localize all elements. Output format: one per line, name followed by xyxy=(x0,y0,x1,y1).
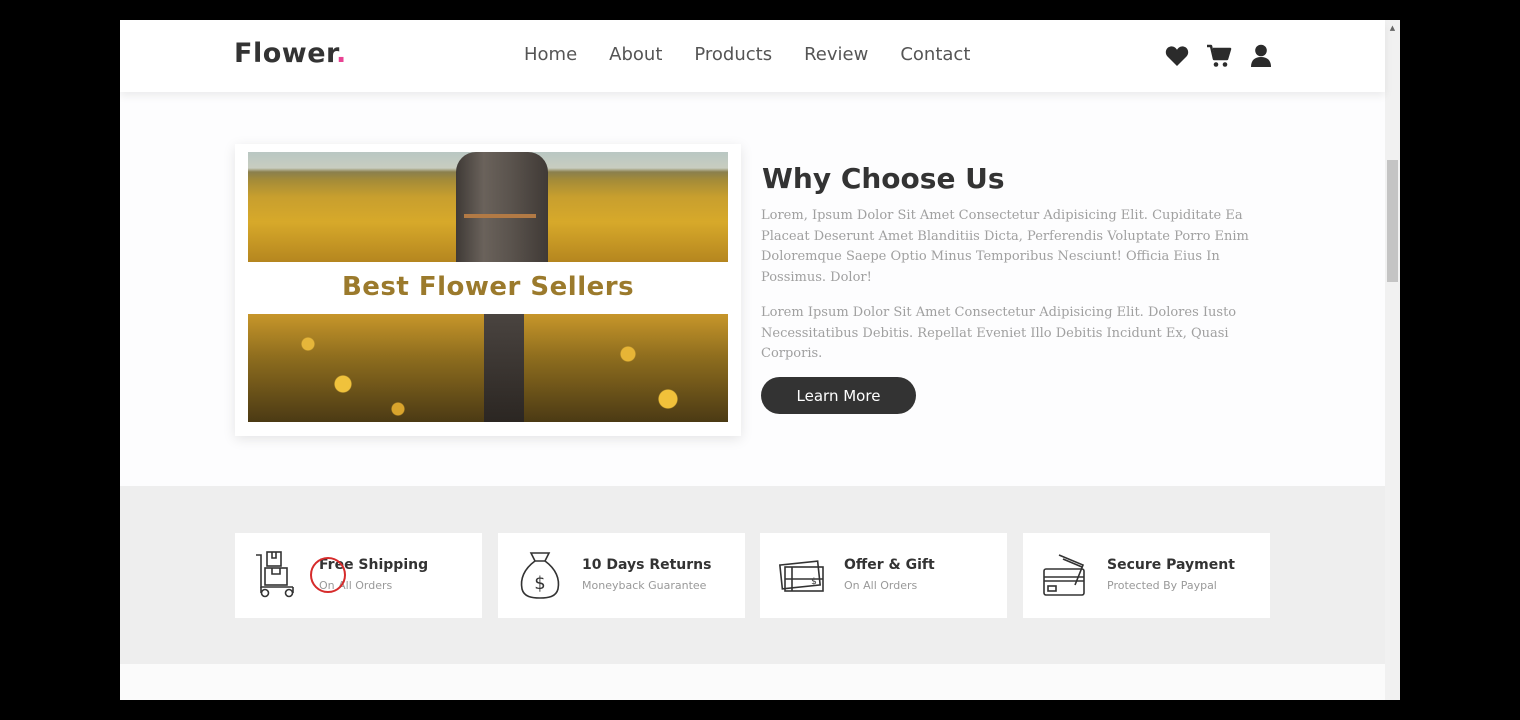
feature-subtitle: Protected By Paypal xyxy=(1107,579,1217,592)
feature-returns: $ 10 Days Returns Moneyback Guarantee xyxy=(498,533,745,618)
svg-text:$: $ xyxy=(534,573,545,594)
belt xyxy=(464,214,536,218)
logo-dot: . xyxy=(335,38,347,69)
feature-offer-gift: $ Offer & Gift On All Orders xyxy=(760,533,1007,618)
next-section xyxy=(120,664,1385,700)
feature-title: 10 Days Returns xyxy=(582,557,712,573)
about-image-card: Best Flower Sellers xyxy=(235,144,741,436)
feature-free-shipping: Free Shipping On All Orders xyxy=(235,533,482,618)
user-icon[interactable] xyxy=(1248,43,1274,69)
scrollbar-thumb[interactable] xyxy=(1387,160,1398,282)
image-caption: Best Flower Sellers xyxy=(341,272,635,302)
about-paragraph-1: Lorem, Ipsum Dolor Sit Amet Consectetur … xyxy=(761,208,1249,286)
site-header: Flower. Home About Products Review Conta… xyxy=(120,20,1385,92)
about-image: Best Flower Sellers xyxy=(248,152,728,422)
about-paragraph-2: Lorem Ipsum Dolor Sit Amet Consectetur A… xyxy=(761,305,1237,362)
nav-home[interactable]: Home xyxy=(524,44,577,65)
feature-title: Secure Payment xyxy=(1107,557,1235,573)
main-nav: Home About Products Review Contact xyxy=(524,44,970,65)
logo-text: Flower xyxy=(234,38,336,69)
credit-card-icon xyxy=(1041,549,1089,601)
shopping-cart-icon[interactable] xyxy=(1206,43,1232,69)
delivery-cart-icon xyxy=(253,549,301,601)
scrollbar[interactable]: ▲ xyxy=(1385,20,1400,700)
woman-figure-legs xyxy=(484,314,524,422)
scroll-up-arrow-icon[interactable]: ▲ xyxy=(1385,20,1400,36)
nav-products[interactable]: Products xyxy=(694,44,772,65)
browser-viewport: Flower. Home About Products Review Conta… xyxy=(120,20,1400,700)
nav-review[interactable]: Review xyxy=(804,44,868,65)
feature-subtitle: On All Orders xyxy=(844,579,918,592)
header-icons xyxy=(1164,43,1274,69)
money-bag-icon: $ xyxy=(516,549,564,601)
feature-subtitle: Moneyback Guarantee xyxy=(582,579,707,592)
nav-about[interactable]: About xyxy=(609,44,662,65)
gift-card-icon: $ xyxy=(778,549,826,601)
about-title: Why Choose Us xyxy=(762,162,1005,195)
nav-contact[interactable]: Contact xyxy=(900,44,970,65)
logo[interactable]: Flower. xyxy=(234,38,347,69)
learn-more-button[interactable]: Learn More xyxy=(761,377,916,414)
feature-secure-payment: Secure Payment Protected By Paypal xyxy=(1023,533,1270,618)
feature-title: Offer & Gift xyxy=(844,557,935,573)
heart-icon[interactable] xyxy=(1164,43,1190,69)
woman-figure xyxy=(456,152,548,262)
click-indicator xyxy=(310,557,346,593)
svg-text:$: $ xyxy=(811,577,817,587)
